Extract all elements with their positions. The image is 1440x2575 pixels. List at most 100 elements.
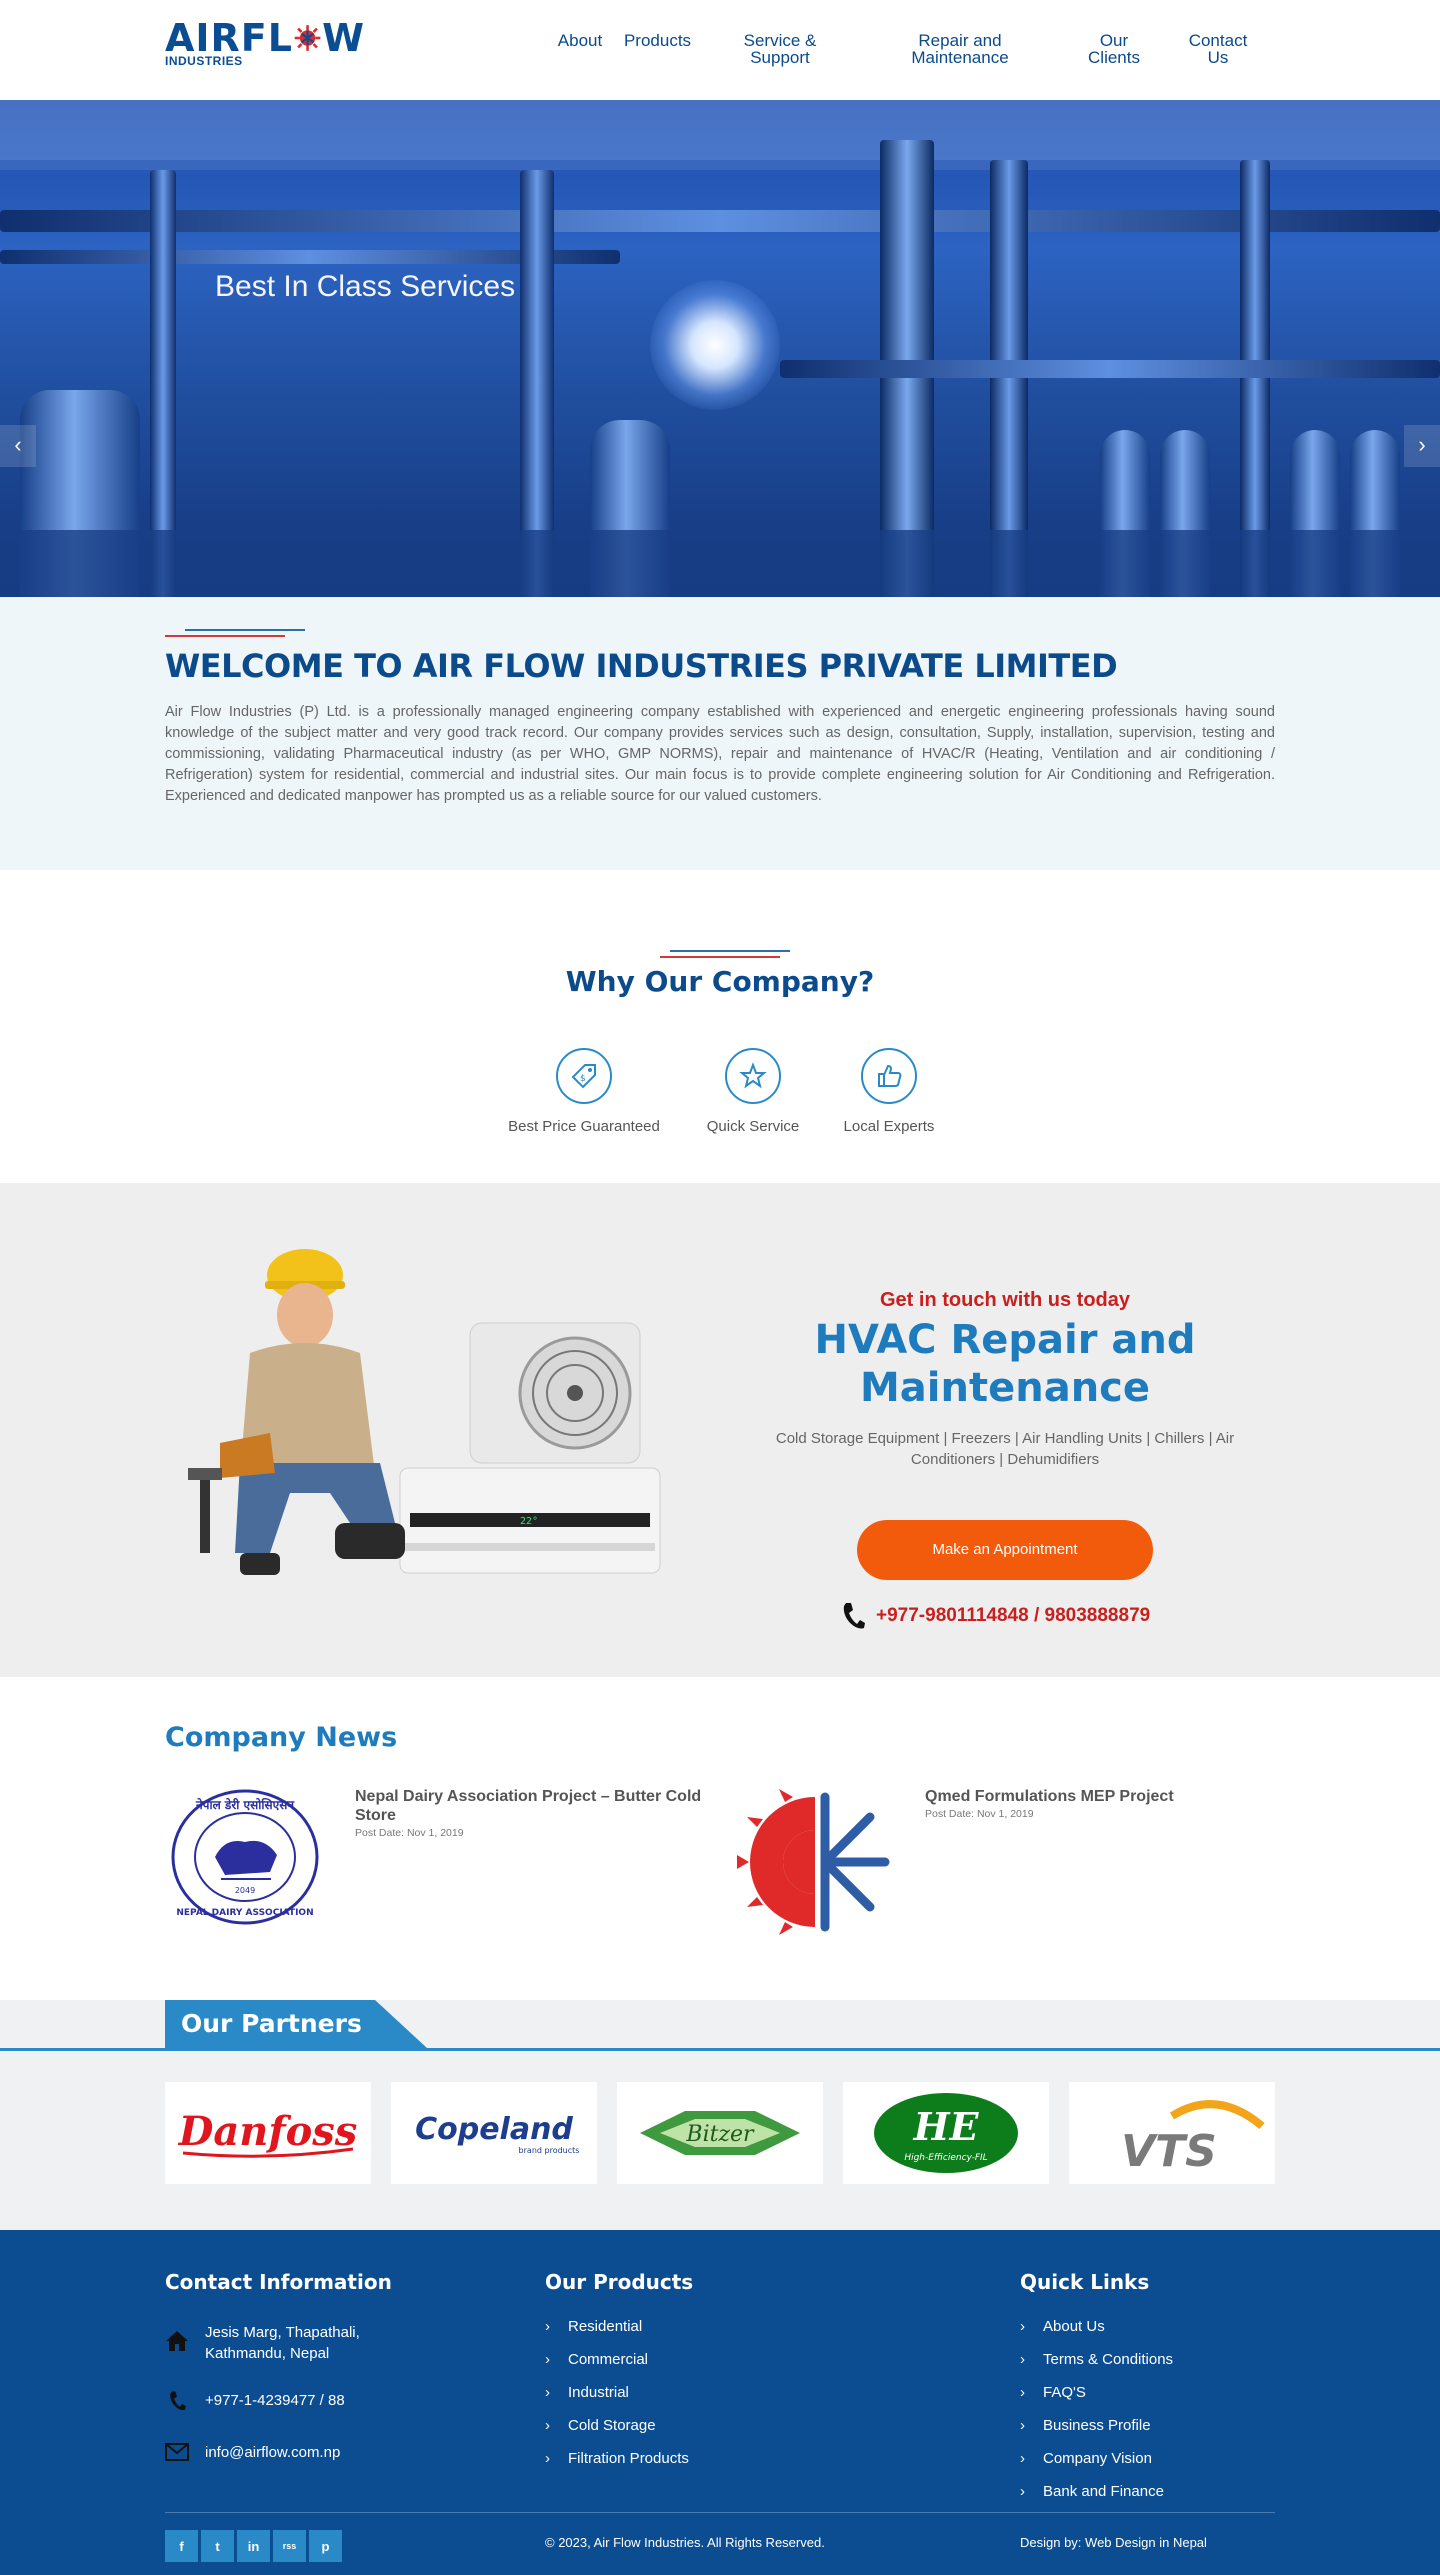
footer-product-label: Industrial bbox=[568, 2384, 629, 2401]
site-footer: Contact Information Jesis Marg, Thapatha… bbox=[0, 2230, 1440, 2575]
welcome-heading: WELCOME TO AIR FLOW INDUSTRIES PRIVATE L… bbox=[165, 647, 1118, 685]
hvac-phone[interactable]: +977-9801114848 / 9803888879 bbox=[840, 1598, 1220, 1634]
nav-our-clients[interactable]: Our Clients bbox=[1080, 32, 1148, 66]
site-logo[interactable]: AIRFL W INDUSTRIES bbox=[165, 18, 365, 68]
footer-product-link[interactable]: › Residential bbox=[545, 2318, 642, 2335]
star-icon bbox=[725, 1048, 781, 1104]
footer-product-link[interactable]: › Cold Storage bbox=[545, 2417, 656, 2434]
footer-quick-link[interactable]: › Company Vision bbox=[1020, 2450, 1152, 2467]
partner-logo-vts[interactable]: VTS bbox=[1069, 2082, 1275, 2184]
chevron-right-icon: › bbox=[545, 2417, 550, 2434]
footer-product-label: Filtration Products bbox=[568, 2450, 689, 2467]
slider-next-button[interactable]: › bbox=[1404, 425, 1440, 467]
copeland-text: Copeland bbox=[415, 2112, 573, 2147]
logo-mid-text: 2049 bbox=[235, 1886, 255, 1895]
footer-quick-link[interactable]: › Business Profile bbox=[1020, 2417, 1151, 2434]
footer-quick-link[interactable]: › FAQ'S bbox=[1020, 2384, 1086, 2401]
logo-top-text: नेपाल डेरी एसोसिएसन bbox=[195, 1798, 295, 1812]
feature-local-experts: Local Experts bbox=[834, 1048, 944, 1135]
footer-contact-heading: Contact Information bbox=[165, 2270, 392, 2294]
footer-phone[interactable]: +977-1-4239477 / 88 bbox=[165, 2390, 345, 2412]
chevron-right-icon: › bbox=[545, 2351, 550, 2368]
nav-contact-us[interactable]: Contact Us bbox=[1180, 32, 1256, 66]
footer-quick-link[interactable]: › Bank and Finance bbox=[1020, 2483, 1164, 2500]
page: AIRFL W INDUSTRIES About Products Servic… bbox=[0, 0, 1440, 2575]
news-date: Post Date: Nov 1, 2019 bbox=[355, 1827, 464, 1839]
partners-divider bbox=[0, 2048, 1440, 2051]
news-heading: Company News bbox=[165, 1722, 398, 1753]
nav-about-label: About bbox=[557, 31, 603, 50]
nav-about[interactable]: About bbox=[555, 32, 605, 49]
logo-bottom-text: NEPAL DAIRY ASSOCIATION bbox=[176, 1908, 313, 1918]
copeland-logo: Copeland brand products bbox=[415, 2112, 580, 2155]
footer-email[interactable]: info@airflow.com.np bbox=[165, 2442, 340, 2463]
footer-email-address: info@airflow.com.np bbox=[205, 2444, 341, 2461]
thumbs-up-icon bbox=[861, 1048, 917, 1104]
feature-best-price: $ Best Price Guaranteed bbox=[504, 1048, 664, 1135]
chevron-right-icon: › bbox=[1020, 2483, 1025, 2500]
hvac-tagline: Get in touch with us today bbox=[880, 1289, 1130, 1311]
phone-icon bbox=[170, 2391, 186, 2411]
footer-link-label: About Us bbox=[1043, 2318, 1105, 2335]
nav-service-line2: Support bbox=[750, 48, 810, 67]
why-section: Why Our Company? $ Best Price Guaranteed… bbox=[0, 870, 1440, 1183]
facebook-icon[interactable]: f bbox=[165, 2530, 198, 2562]
address-line1: Jesis Marg, Thapathali, bbox=[205, 2324, 360, 2341]
company-news-section: Company News 2049 नेपाल डेरी एसोसिएसन NE… bbox=[0, 1677, 1440, 2000]
hero-slider: Best In Class Services ‹ › bbox=[0, 100, 1440, 597]
footer-quick-link[interactable]: › Terms & Conditions bbox=[1020, 2351, 1173, 2368]
nav-products[interactable]: Products bbox=[620, 32, 695, 49]
news-title[interactable]: Nepal Dairy Association Project – Butter… bbox=[355, 1787, 725, 1825]
footer-product-label: Residential bbox=[568, 2318, 643, 2335]
ac-display: 22° bbox=[520, 1516, 538, 1527]
welcome-section: WELCOME TO AIR FLOW INDUSTRIES PRIVATE L… bbox=[0, 597, 1440, 870]
pinterest-icon[interactable]: p bbox=[309, 2530, 342, 2562]
why-heading: Why Our Company? bbox=[565, 965, 875, 998]
heading-decoration bbox=[670, 950, 790, 952]
technician-with-ac-illustration: 22° bbox=[188, 1249, 661, 1575]
nav-contact-line1: Contact bbox=[1188, 31, 1248, 50]
heading-decoration bbox=[165, 635, 285, 637]
heading-decoration bbox=[660, 956, 780, 958]
footer-links-heading: Quick Links bbox=[1020, 2270, 1150, 2294]
hero-title: Best In Class Services bbox=[215, 270, 516, 303]
nepal-dairy-logo: 2049 नेपाल डेरी एसोसिएसन NEPAL DAIRY ASS… bbox=[171, 1789, 319, 1925]
rss-icon[interactable]: rss bbox=[273, 2530, 306, 2562]
nav-repair-line2: Maintenance bbox=[911, 48, 1009, 67]
linkedin-icon[interactable]: in bbox=[237, 2530, 270, 2562]
partner-logo-danfoss[interactable]: Danfoss bbox=[165, 2082, 371, 2184]
nav-service-support[interactable]: Service & Support bbox=[735, 32, 825, 66]
snowflake-sun-icon bbox=[294, 25, 321, 51]
footer-product-link[interactable]: › Commercial bbox=[545, 2351, 648, 2368]
footer-product-link[interactable]: › Filtration Products bbox=[545, 2450, 689, 2467]
chevron-right-icon: › bbox=[1020, 2351, 1025, 2368]
vts-text: VTS bbox=[1121, 2126, 1217, 2177]
footer-product-link[interactable]: › Industrial bbox=[545, 2384, 629, 2401]
nav-products-label: Products bbox=[623, 31, 692, 50]
partner-logo-bitzer[interactable]: Bitzer bbox=[617, 2082, 823, 2184]
make-appointment-button[interactable]: Make an Appointment bbox=[857, 1520, 1153, 1580]
svg-text:$: $ bbox=[580, 1074, 586, 1084]
nav-repair-maintenance[interactable]: Repair and Maintenance bbox=[900, 32, 1020, 66]
feature-quick-service: Quick Service bbox=[698, 1048, 808, 1135]
footer-quick-link[interactable]: › About Us bbox=[1020, 2318, 1105, 2335]
chevron-right-icon: › bbox=[545, 2450, 550, 2467]
hero-floor bbox=[0, 530, 1440, 597]
chevron-right-icon: › bbox=[545, 2318, 550, 2335]
logo-text-left: AIRFL bbox=[165, 16, 293, 60]
chevron-right-icon: › bbox=[1020, 2318, 1025, 2335]
footer-product-label: Commercial bbox=[568, 2351, 649, 2368]
partners-tab: Our Partners bbox=[165, 2000, 427, 2048]
hvac-phone-number: +977-9801114848 / 9803888879 bbox=[876, 1605, 1151, 1626]
news-title[interactable]: Qmed Formulations MEP Project bbox=[925, 1787, 1295, 1806]
partner-logo-he[interactable]: HE High-Efficiency-FIL bbox=[843, 2082, 1049, 2184]
nav-repair-line1: Repair and bbox=[918, 31, 1002, 50]
design-credit-link[interactable]: Design by: Web Design in Nepal bbox=[1020, 2535, 1207, 2550]
snowflake-sun-logo bbox=[737, 1789, 890, 1935]
copeland-sub: brand products bbox=[519, 2146, 580, 2155]
slider-prev-button[interactable]: ‹ bbox=[0, 425, 36, 467]
danfoss-logo: Danfoss bbox=[178, 2108, 357, 2158]
chevron-right-icon: › bbox=[1020, 2384, 1025, 2401]
twitter-icon[interactable]: t bbox=[201, 2530, 234, 2562]
partner-logo-copeland[interactable]: Copeland brand products bbox=[391, 2082, 597, 2184]
